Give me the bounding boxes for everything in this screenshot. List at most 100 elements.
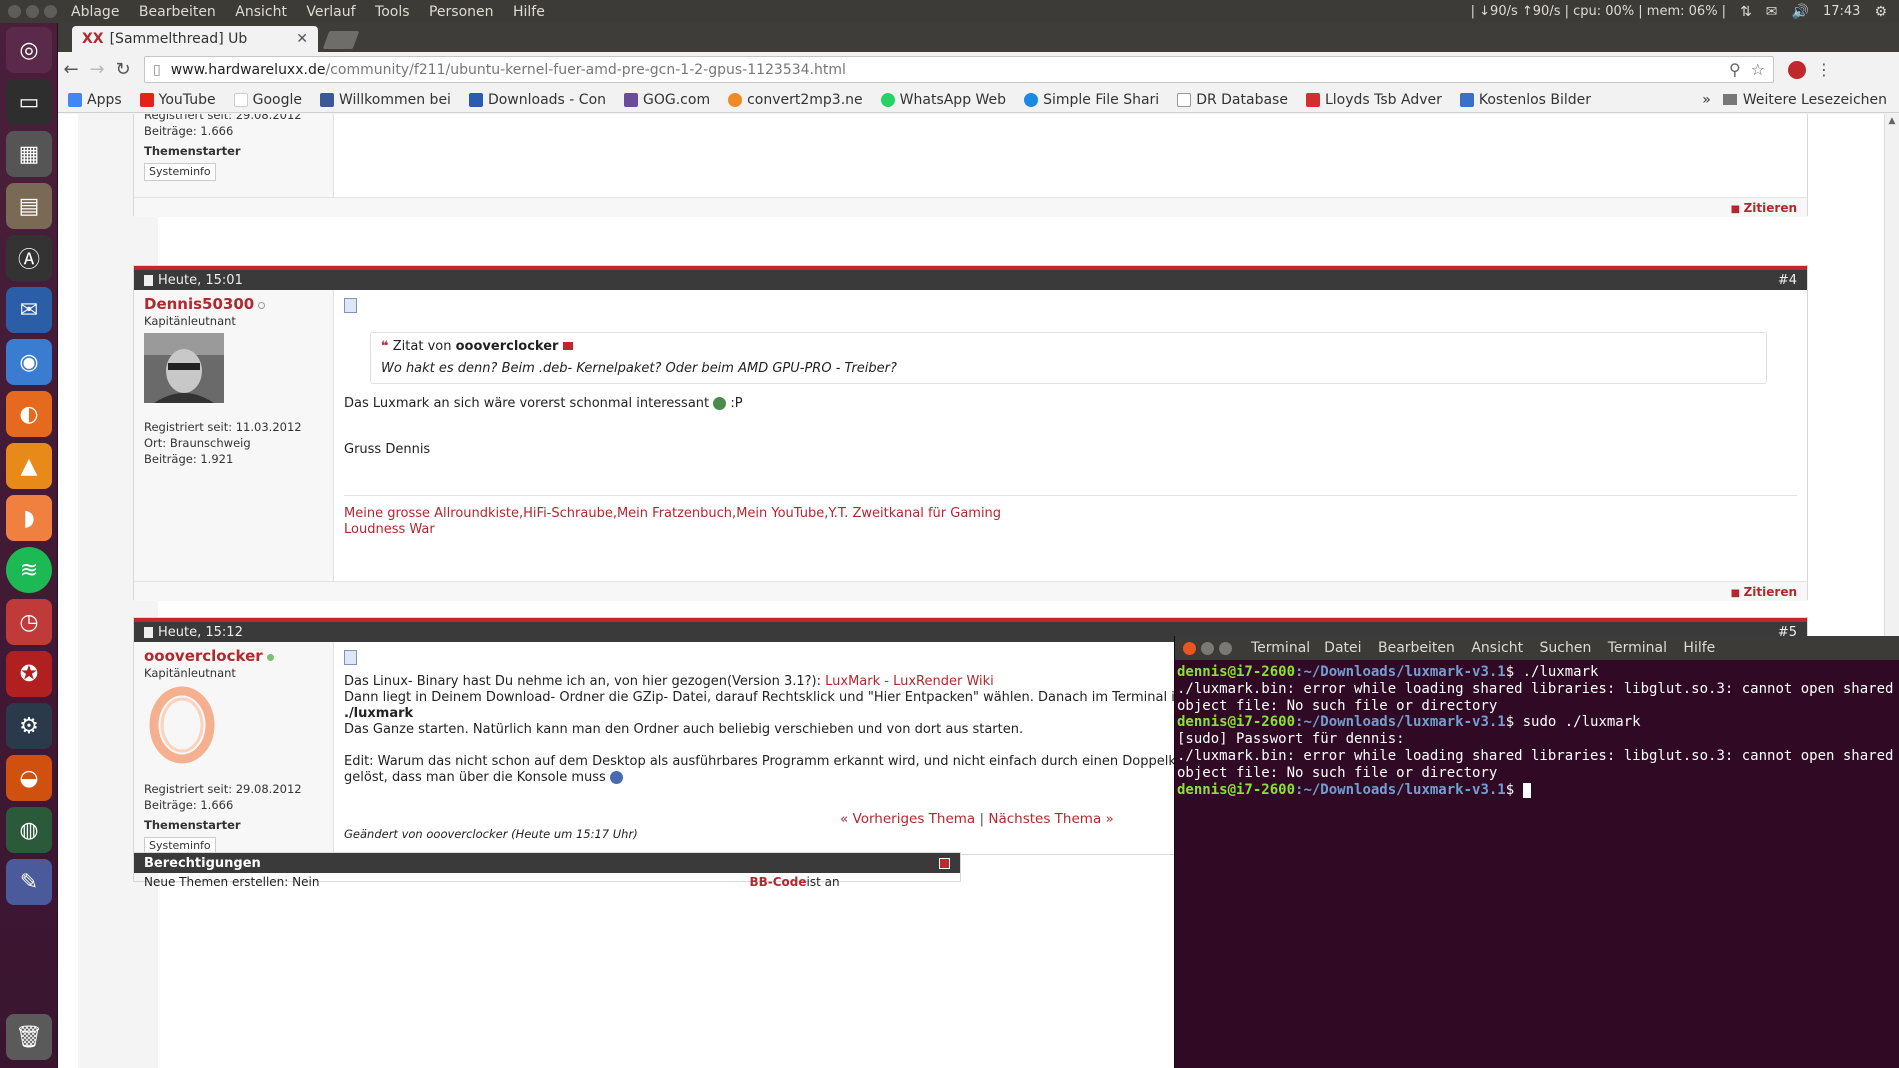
files-icon[interactable]: ▤ [6, 183, 52, 229]
permissions-title: Berechtigungen [144, 855, 261, 871]
menu-ablage[interactable]: Ablage [71, 4, 119, 20]
bookmark-gog[interactable]: GOG.com [624, 92, 710, 108]
chromium-icon[interactable]: ◉ [6, 339, 52, 385]
bookmark-apps[interactable]: Apps [68, 92, 122, 108]
tab-close-icon[interactable]: ✕ [296, 31, 308, 47]
close-window-button[interactable] [8, 5, 21, 18]
extension-badge-icon[interactable] [1788, 60, 1806, 79]
post-content: ❝ Zitat von oooverclocker Wo hakt es den… [334, 290, 1807, 581]
systeminfo-button[interactable]: Systeminfo [144, 163, 216, 181]
software-center-icon[interactable]: Ⓐ [6, 235, 52, 281]
chrome-menu-icon[interactable]: ⋮ [1816, 60, 1832, 79]
bookmark-whatsapp[interactable]: WhatsApp Web [880, 92, 1006, 108]
mail-icon[interactable]: ✉ [1766, 4, 1778, 20]
collapse-icon[interactable] [939, 857, 950, 869]
bookmark-star-icon[interactable]: ☆ [1751, 60, 1765, 79]
bbcode-link[interactable]: BB-Code [749, 875, 806, 889]
globe-app-icon[interactable]: ◍ [6, 807, 52, 853]
menu-personen[interactable]: Personen [429, 4, 494, 20]
terminal-close-button[interactable] [1183, 641, 1196, 655]
calculator-icon[interactable]: ▦ [6, 131, 52, 177]
previous-thread-link[interactable]: « Vorheriges Thema [840, 811, 975, 827]
terminal-titlebar[interactable]: Terminal Datei Bearbeiten Ansicht Suchen… [1175, 636, 1899, 660]
other-bookmarks-folder[interactable]: Weitere Lesezeichen [1722, 92, 1887, 108]
bookmark-kostenlos-bilder[interactable]: Kostenlos Bilder [1459, 92, 1591, 108]
terminal-window[interactable]: Terminal Datei Bearbeiten Ansicht Suchen… [1174, 636, 1899, 1068]
maximize-window-button[interactable] [44, 5, 57, 18]
volume-icon[interactable]: 🔊 [1792, 4, 1809, 20]
user-location: Ort: Braunschweig [144, 436, 251, 450]
location-pin-icon[interactable]: ⚲ [1729, 60, 1741, 79]
terminal-menu-hilfe[interactable]: Hilfe [1683, 640, 1715, 656]
sig-link-hifi[interactable]: HiFi-Schraube [523, 506, 613, 521]
bookmark-simple-file-sharing[interactable]: Simple File Shari [1024, 92, 1159, 108]
sig-link-zweitkanal[interactable]: Y.T. Zweitkanal für Gaming [828, 506, 1001, 521]
browser-tab[interactable]: XX [Sammelthread] Ub ✕ [72, 26, 318, 52]
terminal-maximize-button[interactable] [1219, 641, 1232, 655]
address-bar[interactable]: ▯ www.hardwareluxx.de/community/f211/ubu… [144, 56, 1774, 83]
bookmark-youtube[interactable]: YouTube [139, 92, 216, 108]
sig-link-allroundkiste[interactable]: Meine grosse Allroundkiste [344, 506, 519, 521]
quote-button[interactable]: Zitieren [1731, 585, 1797, 599]
red-app-icon[interactable]: ✪ [6, 651, 52, 697]
bookmark-convert2mp3[interactable]: convert2mp3.ne [728, 92, 863, 108]
terminal-output[interactable]: dennis@i7-2600:~/Downloads/luxmark-v3.1$… [1175, 660, 1899, 802]
global-menu: Ablage Bearbeiten Ansicht Verlauf Tools … [71, 4, 560, 20]
vlc-icon[interactable]: ▲ [6, 443, 52, 489]
whatsapp-icon [880, 92, 895, 107]
menu-tools[interactable]: Tools [375, 4, 410, 20]
menu-verlauf[interactable]: Verlauf [306, 4, 355, 20]
quote-button[interactable]: Zitieren [1731, 201, 1797, 215]
bookmarks-overflow-button[interactable]: » [1702, 92, 1711, 108]
view-post-icon[interactable] [562, 342, 573, 350]
post-number[interactable]: #4 [1778, 273, 1797, 288]
thunderbird-icon[interactable]: ✉ [6, 287, 52, 333]
terminal-menu-datei[interactable]: Datei [1324, 640, 1361, 656]
new-tab-button[interactable] [322, 31, 360, 49]
network-icon[interactable]: ⇅ [1740, 4, 1752, 20]
username[interactable]: Dennis50300 [144, 295, 254, 313]
dash-icon[interactable]: ◎ [6, 27, 52, 73]
bookmark-downloads[interactable]: Downloads - Con [468, 92, 606, 108]
disc-burner-icon[interactable]: ◒ [6, 755, 52, 801]
menu-ansicht[interactable]: Ansicht [235, 4, 287, 20]
forward-arrow-icon[interactable]: → [84, 59, 110, 80]
spotify-icon[interactable]: ≋ [6, 547, 52, 593]
gear-icon[interactable]: ⚙ [1874, 4, 1887, 20]
sig-link-youtube[interactable]: Mein YouTube [736, 506, 824, 521]
terminal-minimize-button[interactable] [1201, 641, 1214, 655]
post-greeting: Gruss Dennis [344, 442, 431, 457]
bookmark-facebook[interactable]: Willkommen bei [319, 92, 451, 108]
sig-link-fratzenbuch[interactable]: Mein Fratzenbuch [617, 506, 732, 521]
scroll-up-arrow-icon[interactable]: ▲ [1885, 116, 1899, 126]
reload-icon[interactable]: ↻ [110, 59, 136, 80]
timeshift-icon[interactable]: ◷ [6, 599, 52, 645]
minimize-window-button[interactable] [26, 5, 39, 18]
menu-hilfe[interactable]: Hilfe [513, 4, 545, 20]
pencil-app-icon[interactable]: ✎ [6, 859, 52, 905]
clock[interactable]: 17:43 [1823, 4, 1860, 19]
steam-icon[interactable]: ⚙ [6, 703, 52, 749]
bookmark-dr-database[interactable]: DR Database [1177, 92, 1288, 108]
back-arrow-icon[interactable]: ← [58, 59, 84, 80]
post-header: Heute, 15:01 #4 [134, 266, 1807, 290]
bookmark-google[interactable]: Google [233, 92, 302, 108]
trash-icon[interactable]: 🗑 [6, 1014, 52, 1060]
system-monitor[interactable]: | ↓90/s ↑90/s | cpu: 00% | mem: 06% | [1471, 4, 1726, 19]
terminal-menu-ansicht[interactable]: Ansicht [1471, 640, 1523, 656]
menu-bearbeiten[interactable]: Bearbeiten [139, 4, 216, 20]
sig-link-loudness-war[interactable]: Loudness War [344, 522, 435, 537]
terminal-menu-bearbeiten[interactable]: Bearbeiten [1378, 640, 1455, 656]
orange-app-icon[interactable]: ◗ [6, 495, 52, 541]
firefox-icon[interactable]: ◐ [6, 391, 52, 437]
username[interactable]: oooverclocker [144, 647, 263, 665]
luxmark-wiki-link[interactable]: LuxMark - LuxRender Wiki [825, 674, 994, 689]
next-thread-link[interactable]: Nächstes Thema » [988, 811, 1113, 827]
terminal-menu-suchen[interactable]: Suchen [1540, 640, 1592, 656]
avatar[interactable] [144, 333, 224, 403]
terminal-menu-terminal[interactable]: Terminal [1608, 640, 1667, 656]
avatar[interactable] [144, 685, 224, 765]
url-path: /community/f211/ubuntu-kernel-fuer-amd-p… [325, 61, 846, 78]
bookmark-lloyds[interactable]: Lloyds Tsb Adver [1305, 92, 1442, 108]
terminal-launcher-icon[interactable]: ▭ [6, 79, 52, 125]
